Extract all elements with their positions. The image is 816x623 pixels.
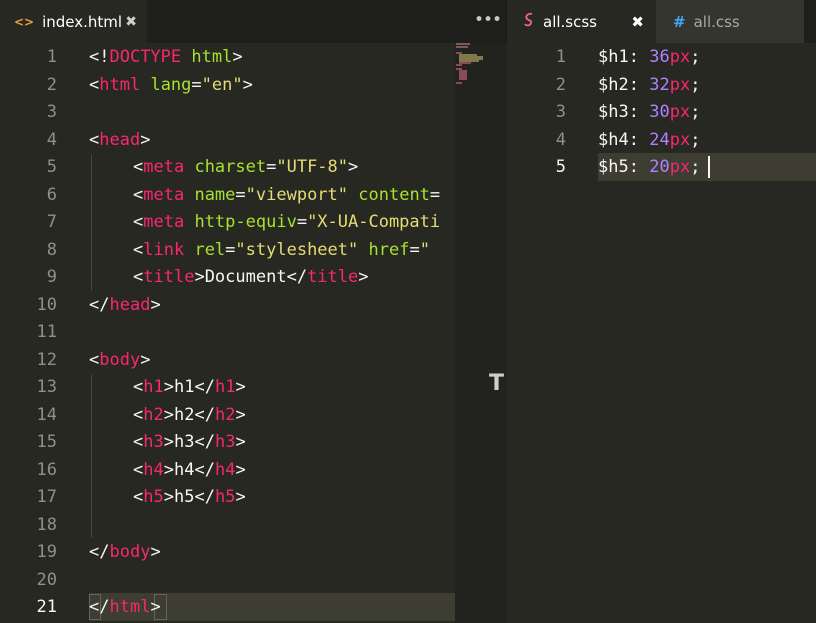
indent-guide [91,155,92,291]
close-icon[interactable]: ✖ [631,13,644,31]
code-line: <meta charset="UTF-8"> [133,157,359,177]
line-number-gutter: 1 2 3 4 5 [507,43,566,623]
code-line: <head> [89,130,151,150]
line-number: 20 [36,570,57,590]
tab-label: index.html [42,12,123,31]
line-number: 10 [36,295,57,315]
code-line: $h3: 30px; [598,102,701,122]
line-number-active: 21 [36,597,57,617]
code-line: <meta name="viewport" content= [133,185,441,205]
code-editor-all-scss[interactable]: 1 2 3 4 5 $h1: 36px; $h2: 32px; $h3: 30p… [507,43,816,623]
line-number: 2 [555,75,566,95]
more-actions-button[interactable]: ••• [474,10,502,30]
code-line: <meta http-equiv="X-UA-Compati [133,212,441,232]
code-line: <h2>h2</h2> [133,405,246,425]
line-number: 12 [36,350,57,370]
code-line: <h5>h5</h5> [133,487,246,507]
text-cursor-icon: T [489,371,505,396]
line-number: 8 [46,240,57,260]
code-line: <link rel="stylesheet" href=" [133,240,430,260]
minimap[interactable] [455,43,507,623]
line-number: 3 [555,102,566,122]
line-number: 4 [555,130,566,150]
line-number: 11 [36,322,57,342]
line-number: 2 [46,75,57,95]
code-line-active: </html> [89,597,161,617]
code-line: <h3>h3</h3> [133,432,246,452]
line-number: 1 [555,47,566,67]
code-line: <h4>h4</h4> [133,460,246,480]
editor-window: <> index.html ✖ ••• all.scss ✖ # all.css… [0,0,816,623]
hash-icon: # [673,12,686,31]
tab-all-scss[interactable]: all.scss ✖ [507,0,656,43]
code-line: $h2: 32px; [598,75,701,95]
right-tab-bar: all.scss ✖ # all.css [507,0,816,43]
tab-label: all.css [693,12,740,31]
line-number: 16 [36,460,57,480]
sass-icon [523,12,535,32]
line-number: 14 [36,405,57,425]
close-icon[interactable]: ✖ [125,14,137,30]
line-number: 9 [46,267,57,287]
code-editor-index-html[interactable]: 1 2 3 4 5 6 7 8 9 10 11 12 13 14 15 16 1… [0,43,455,623]
code-line: <!DOCTYPE html> [89,47,243,67]
code-line: </body> [89,542,161,562]
line-number: 7 [46,212,57,232]
line-number: 17 [36,487,57,507]
code-line-active: $h5: 20px; [598,157,701,177]
tab-all-css[interactable]: # all.css [656,0,804,43]
line-number: 5 [46,157,57,177]
line-number-active: 5 [555,157,566,177]
code-line: <body> [89,350,151,370]
code-line: <html lang="en"> [89,75,253,95]
tab-index-html[interactable]: <> index.html ✖ [0,0,147,43]
line-number: 1 [46,47,57,67]
code-line: $h4: 24px; [598,130,701,150]
line-number: 6 [46,185,57,205]
tab-label: all.scss [543,12,597,31]
line-number: 4 [46,130,57,150]
code-line: </head> [89,295,161,315]
code-line: $h1: 36px; [598,47,701,67]
line-number: 13 [36,377,57,397]
code-line: <title>Document</title> [133,267,369,287]
line-number-gutter: 1 2 3 4 5 6 7 8 9 10 11 12 13 14 15 16 1… [0,43,57,623]
line-number: 19 [36,542,57,562]
indent-guide [91,375,92,538]
line-number: 3 [46,102,57,122]
text-cursor [708,156,710,178]
line-number: 18 [36,515,57,535]
line-number: 15 [36,432,57,452]
left-tab-bar: <> index.html ✖ ••• [0,0,506,43]
code-brackets-icon: <> [14,14,35,29]
code-line: <h1>h1</h1> [133,377,246,397]
